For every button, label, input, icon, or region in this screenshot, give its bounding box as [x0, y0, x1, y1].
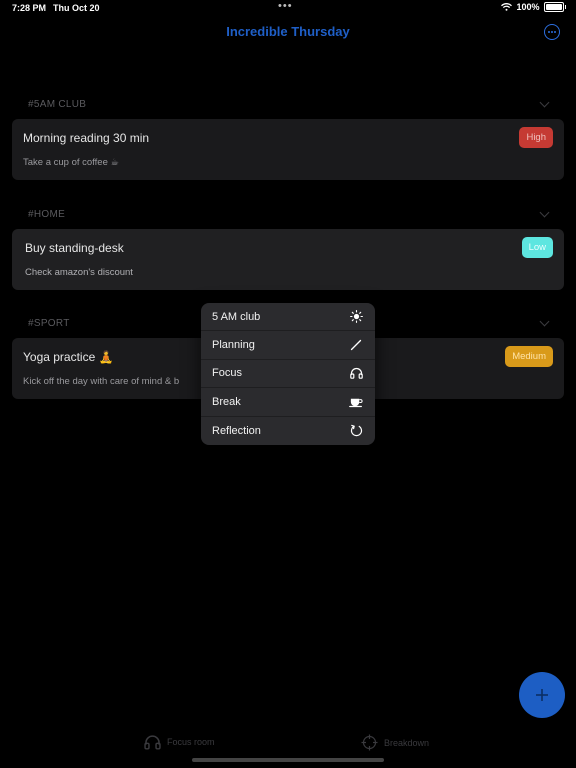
battery-percent: 100% [516, 2, 540, 12]
tab-focus-room[interactable]: Focus room [144, 734, 215, 750]
chevron-down-icon[interactable] [539, 316, 550, 327]
task-note: Take a cup of coffee ☕ [23, 157, 120, 168]
menu-item-planning[interactable]: Planning [201, 331, 375, 360]
task-card[interactable]: Buy standing-desk Check amazon's discoun… [12, 229, 564, 290]
task-title: Yoga practice 🧘 [23, 350, 114, 364]
tab-label: Focus room [167, 737, 215, 747]
menu-item-5am-club[interactable]: 5 AM club [201, 303, 375, 332]
task-note: Kick off the day with care of mind & b [23, 376, 180, 387]
headphones-icon [349, 366, 363, 380]
section-header-sport: #SPORT [28, 318, 70, 329]
sun-icon [349, 310, 363, 324]
chevron-down-icon[interactable] [539, 97, 550, 108]
menu-item-break[interactable]: Break [201, 388, 375, 417]
priority-badge[interactable]: Low [521, 237, 553, 258]
section-header-5am-club: #5AM CLUB [28, 99, 87, 110]
menu-item-focus[interactable]: Focus [201, 360, 375, 389]
menu-item-label: Break [212, 395, 241, 408]
refresh-icon [349, 424, 363, 438]
more-options-button[interactable] [544, 24, 560, 40]
menu-item-label: Planning [212, 339, 255, 352]
menu-item-reflection[interactable]: Reflection [201, 417, 375, 445]
tab-breakdown[interactable]: Breakdown [361, 734, 429, 751]
cup-icon [349, 395, 363, 409]
menu-item-label: 5 AM club [212, 310, 261, 323]
task-card[interactable]: Morning reading 30 min Take a cup of cof… [12, 119, 564, 180]
add-task-button[interactable] [519, 672, 565, 718]
status-date: Thu Oct 20 [53, 3, 100, 13]
more-icon [548, 31, 550, 33]
priority-badge[interactable]: Medium [505, 346, 553, 367]
page-title: Incredible Thursday [226, 24, 350, 39]
tab-label: Breakdown [384, 737, 430, 748]
task-title: Buy standing-desk [25, 241, 124, 255]
tag-menu: 5 AM club Planning Focus Break Reflectio… [201, 303, 375, 445]
status-bar: 7:28 PM Thu Oct 20 ••• 100% [0, 0, 576, 16]
battery-icon [543, 2, 564, 12]
chevron-down-icon[interactable] [539, 207, 550, 218]
home-indicator[interactable] [192, 758, 384, 762]
task-title: Morning reading 30 min [23, 131, 150, 145]
headphones-icon [144, 735, 161, 750]
crosshair-icon [361, 734, 378, 751]
wifi-icon [501, 3, 513, 11]
pencil-icon [349, 338, 363, 352]
multitasking-dots[interactable]: ••• [278, 0, 293, 12]
section-header-home: #HOME [28, 209, 66, 220]
menu-item-label: Reflection [212, 424, 261, 437]
priority-badge[interactable]: High [519, 127, 553, 148]
plus-icon [536, 689, 548, 701]
status-time: 7:28 PM [12, 3, 47, 13]
task-note: Check amazon's discount [25, 267, 133, 278]
menu-item-label: Focus [212, 367, 242, 380]
